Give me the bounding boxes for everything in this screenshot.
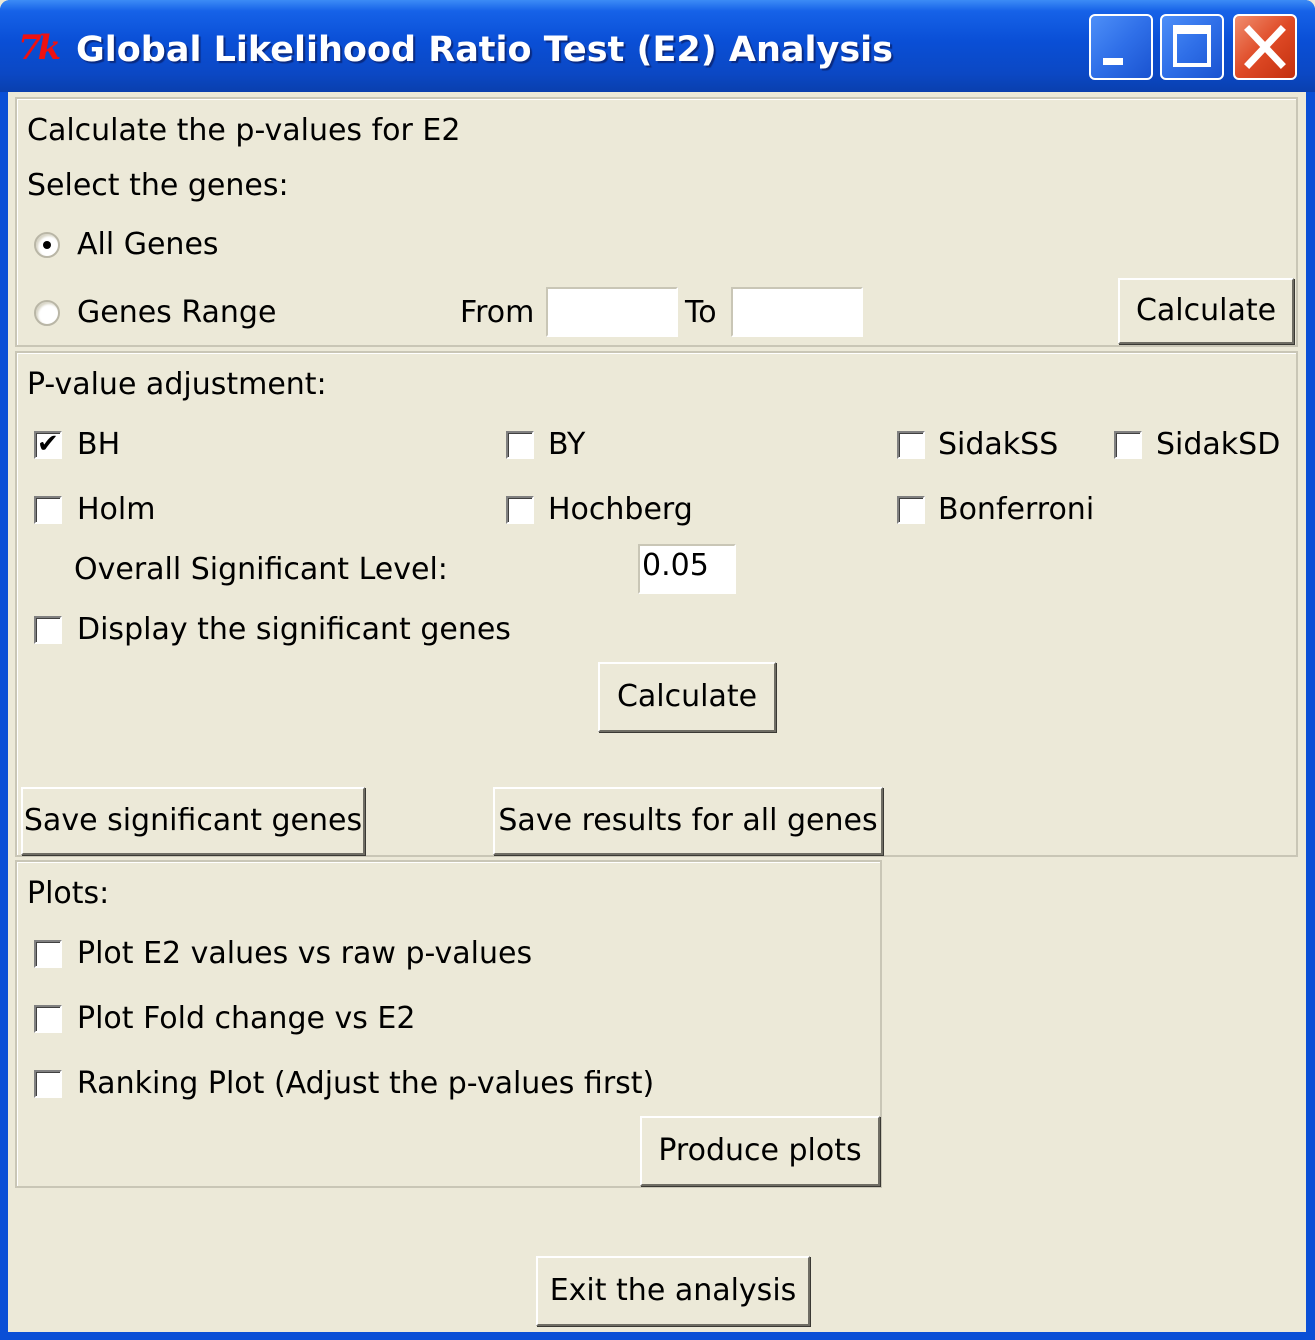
- from-label: From: [460, 295, 535, 330]
- title-bar[interactable]: 7k Global Likelihood Ratio Test (E2) Ana…: [0, 0, 1315, 92]
- bh-checkbox[interactable]: ✔: [34, 429, 62, 459]
- plot-fold-change-label[interactable]: Plot Fold change vs E2: [77, 1001, 415, 1037]
- to-input[interactable]: [731, 287, 863, 337]
- calculate-pvalues-button-label: Calculate: [1135, 293, 1277, 328]
- maximize-icon: [1173, 25, 1211, 67]
- genes-range-label[interactable]: Genes Range: [77, 295, 276, 331]
- genes-range-radio[interactable]: [34, 300, 60, 326]
- plots-heading: Plots:: [27, 876, 110, 911]
- all-genes-radio[interactable]: [34, 232, 60, 258]
- save-significant-genes-label: Save significant genes: [23, 803, 363, 838]
- sidaksd-checkbox[interactable]: [1114, 431, 1142, 459]
- minimize-button[interactable]: [1089, 14, 1153, 80]
- window-title: Global Likelihood Ratio Test (E2) Analys…: [76, 30, 894, 70]
- to-label: To: [685, 295, 717, 330]
- from-input[interactable]: [546, 287, 678, 337]
- bonferroni-checkbox[interactable]: [897, 496, 925, 524]
- by-label[interactable]: BY: [548, 427, 585, 463]
- produce-plots-button[interactable]: Produce plots: [640, 1116, 880, 1186]
- radio-selected-dot: [43, 241, 51, 249]
- ranking-plot-checkbox[interactable]: [34, 1070, 62, 1098]
- save-all-results-label: Save results for all genes: [498, 803, 878, 838]
- produce-plots-label: Produce plots: [658, 1133, 862, 1168]
- plots-group: Plots: Plot E2 values vs raw p-values Pl…: [15, 860, 882, 1188]
- client-area: Calculate the p-values for E2 Select the…: [8, 92, 1306, 1332]
- close-icon: [1244, 25, 1286, 69]
- minimize-icon: [1103, 58, 1123, 65]
- tk-feather-icon: 7k: [18, 28, 61, 68]
- significant-level-label: Overall Significant Level:: [74, 552, 448, 587]
- ranking-plot-label[interactable]: Ranking Plot (Adjust the p-values first): [77, 1066, 654, 1102]
- calculate-adjustment-button-label: Calculate: [616, 679, 758, 714]
- exit-analysis-label: Exit the analysis: [549, 1273, 797, 1308]
- plot-e2-label[interactable]: Plot E2 values vs raw p-values: [77, 936, 532, 972]
- display-significant-checkbox[interactable]: [34, 616, 62, 644]
- save-all-results-button[interactable]: Save results for all genes: [493, 787, 883, 855]
- sidakss-checkbox[interactable]: [897, 431, 925, 459]
- sidakss-label[interactable]: SidakSS: [938, 427, 1058, 463]
- hochberg-label[interactable]: Hochberg: [548, 492, 693, 528]
- calc-heading: Calculate the p-values for E2: [27, 113, 461, 148]
- by-checkbox[interactable]: [506, 431, 534, 459]
- display-significant-label[interactable]: Display the significant genes: [77, 612, 511, 648]
- all-genes-label[interactable]: All Genes: [77, 227, 219, 263]
- save-significant-genes-button[interactable]: Save significant genes: [21, 787, 365, 855]
- close-button[interactable]: [1233, 14, 1297, 80]
- plot-e2-checkbox[interactable]: [34, 940, 62, 968]
- calculate-pvalues-button[interactable]: Calculate: [1118, 278, 1294, 344]
- adjustment-heading: P-value adjustment:: [27, 367, 327, 402]
- bonferroni-label[interactable]: Bonferroni: [938, 492, 1094, 528]
- maximize-button[interactable]: [1160, 14, 1224, 80]
- select-genes-label: Select the genes:: [27, 168, 289, 203]
- check-mark-icon: ✔: [37, 429, 59, 459]
- holm-checkbox[interactable]: [34, 496, 62, 524]
- plot-fold-change-checkbox[interactable]: [34, 1005, 62, 1033]
- hochberg-checkbox[interactable]: [506, 496, 534, 524]
- significant-level-input[interactable]: 0.05: [638, 544, 736, 594]
- bh-label[interactable]: BH: [77, 427, 120, 463]
- sidaksd-label[interactable]: SidakSD: [1156, 427, 1280, 463]
- holm-label[interactable]: Holm: [77, 492, 155, 528]
- pvalue-adjustment-group: P-value adjustment: ✔ BH BY SidakSS Sida…: [15, 351, 1298, 857]
- exit-analysis-button[interactable]: Exit the analysis: [536, 1256, 810, 1326]
- app-window: 7k Global Likelihood Ratio Test (E2) Ana…: [0, 0, 1315, 1340]
- calculate-adjustment-button[interactable]: Calculate: [598, 662, 776, 732]
- calculate-pvalues-group: Calculate the p-values for E2 Select the…: [15, 97, 1298, 347]
